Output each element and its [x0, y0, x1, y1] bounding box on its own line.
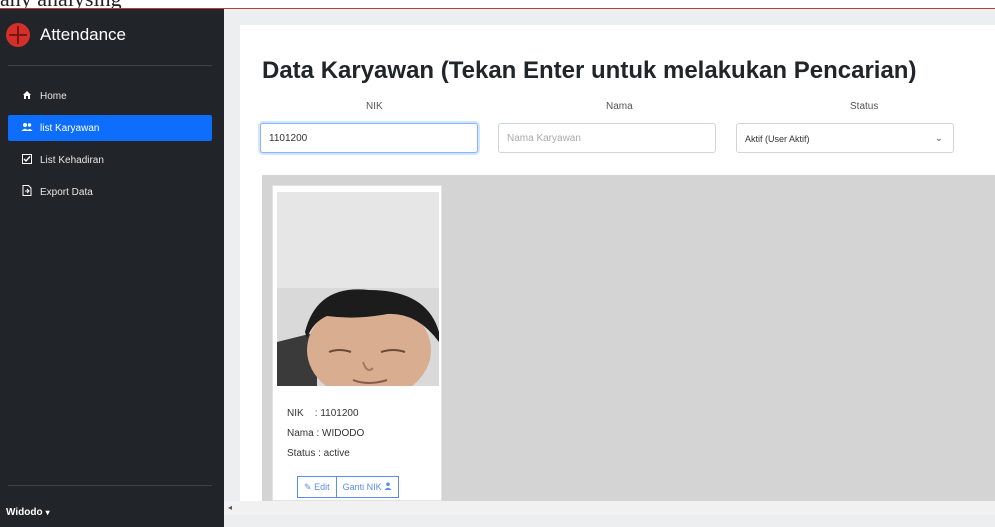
- user-icon: [384, 482, 392, 492]
- status-select[interactable]: Aktif (User Aktif) ⌄: [736, 123, 954, 153]
- screenshot-frame: any analysing Attendance Home list Karya…: [0, 0, 995, 527]
- sidebar-divider: [8, 485, 212, 486]
- employee-nik: NIK : 1101200: [287, 408, 359, 419]
- employee-status: Status : active: [287, 448, 350, 459]
- medical-cross-icon: [6, 23, 30, 47]
- sidebar-item-home[interactable]: Home: [8, 83, 212, 109]
- user-menu[interactable]: Widodo ▾: [6, 507, 50, 518]
- sidebar-nav: Home list Karyawan List Kehadiran Export…: [8, 83, 212, 211]
- status-label: Status: [850, 101, 879, 112]
- nama-search-input[interactable]: [498, 123, 716, 153]
- employee-card: NIK : 1101200 Nama : WIDODO Status : act…: [272, 185, 442, 501]
- sidebar-item-label: Export Data: [40, 186, 93, 198]
- status-selected-value: Aktif (User Aktif): [745, 134, 810, 144]
- nama-label: Nama: [606, 101, 633, 112]
- nik-label: NIK: [366, 101, 383, 112]
- main-content: Data Karyawan (Tekan Enter untuk melakuk…: [224, 9, 995, 527]
- employee-grid: NIK : 1101200 Nama : WIDODO Status : act…: [262, 175, 995, 501]
- sidebar-item-list-karyawan[interactable]: list Karyawan: [8, 115, 212, 141]
- ganti-nik-button[interactable]: Ganti NIK: [336, 476, 400, 498]
- home-icon: [20, 90, 34, 103]
- chevron-down-icon: ⌄: [934, 133, 943, 144]
- ganti-nik-label: Ganti NIK: [342, 482, 382, 492]
- employee-info: NIK : 1101200 Nama : WIDODO Status : act…: [287, 404, 364, 464]
- employee-actions: ✎ Edit Ganti NIK: [297, 476, 400, 498]
- sidebar-divider: [8, 65, 212, 66]
- users-icon: [20, 122, 34, 135]
- app-title: Attendance: [40, 25, 127, 44]
- sidebar-item-list-kehadiran[interactable]: List Kehadiran: [8, 147, 212, 173]
- sidebar-item-export-data[interactable]: Export Data: [8, 179, 212, 205]
- edit-icon: ✎: [304, 482, 312, 492]
- sidebar-item-label: list Karyawan: [40, 122, 100, 134]
- sidebar: Attendance Home list Karyawan List Kehad…: [0, 9, 224, 527]
- scroll-left-arrow-icon[interactable]: ◂: [228, 501, 232, 515]
- content-card: Data Karyawan (Tekan Enter untuk melakuk…: [240, 25, 995, 501]
- edit-label: Edit: [314, 482, 330, 492]
- top-caption: any analysing: [0, 0, 122, 11]
- sidebar-item-label: Home: [40, 90, 67, 102]
- nik-search-input[interactable]: [260, 123, 478, 153]
- employee-photo: [277, 192, 439, 386]
- caret-down-icon: ▾: [45, 508, 50, 517]
- sidebar-item-label: List Kehadiran: [40, 154, 104, 166]
- horizontal-scrollbar[interactable]: ◂: [224, 501, 995, 515]
- employee-nama: Nama : WIDODO: [287, 428, 365, 439]
- checklist-icon: [20, 153, 34, 167]
- user-name: Widodo: [6, 507, 43, 518]
- file-export-icon: [20, 185, 34, 199]
- page-title: Data Karyawan (Tekan Enter untuk melakuk…: [262, 57, 917, 84]
- brand[interactable]: Attendance: [6, 23, 126, 47]
- edit-button[interactable]: ✎ Edit: [297, 476, 337, 498]
